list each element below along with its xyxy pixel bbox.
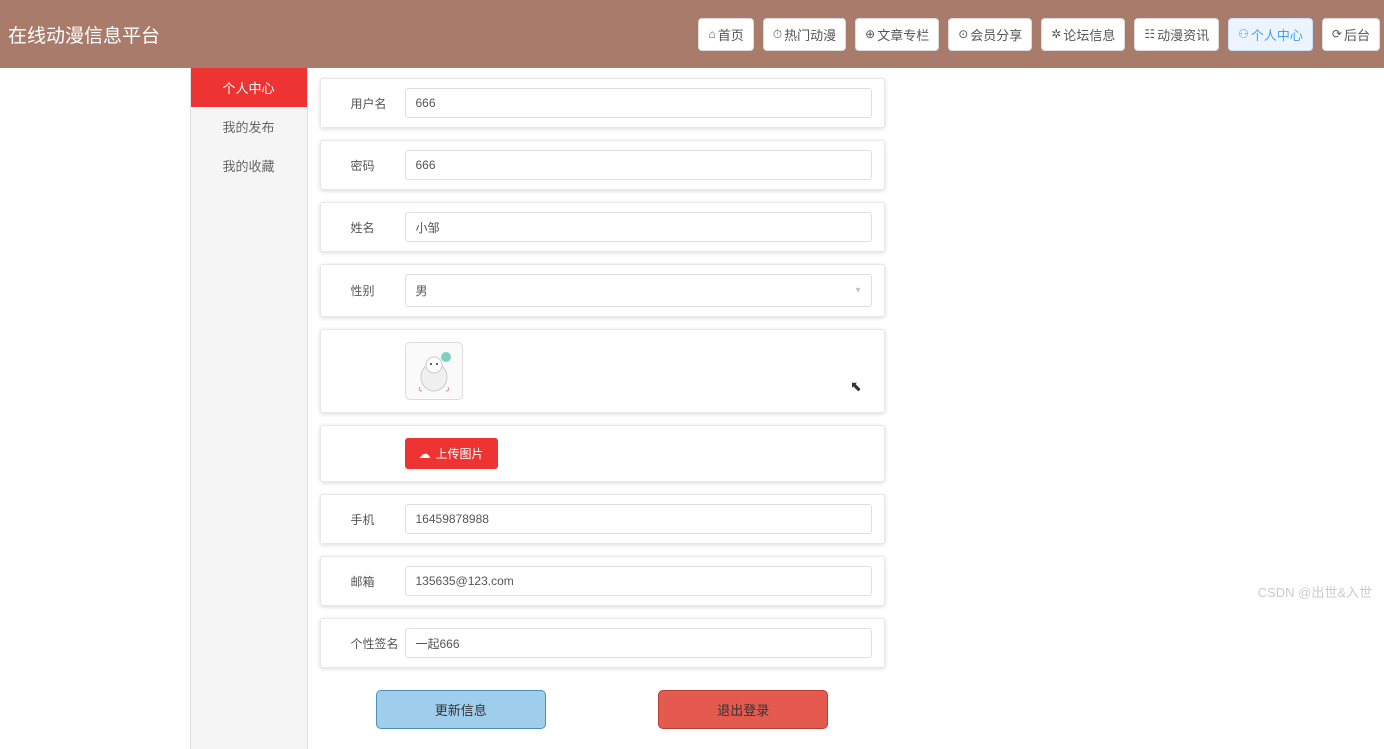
input-username[interactable] (405, 88, 872, 118)
user-icon: ⚇ (1238, 27, 1249, 41)
row-email: 邮箱 (320, 556, 885, 606)
label-gender: 性别 (333, 282, 405, 299)
circle-plus-icon: ⊕ (865, 27, 875, 41)
label-phone: 手机 (333, 511, 405, 528)
row-phone: 手机 (320, 494, 885, 544)
nav-admin[interactable]: ⟳后台 (1322, 18, 1380, 51)
nav-home[interactable]: ⌂首页 (698, 18, 753, 51)
input-signature[interactable] (405, 628, 872, 658)
label-signature: 个性签名 (333, 635, 405, 652)
target-icon: ⊙ (958, 27, 968, 41)
top-nav: ⌂首页 ⏱热门动漫 ⊕文章专栏 ⊙会员分享 ✲论坛信息 ☷动漫资讯 ⚇个人中心 … (698, 18, 1384, 51)
sidebar-item-favorites[interactable]: 我的收藏 (191, 146, 307, 185)
form-area: 用户名 密码 姓名 性别 男 ▾ (308, 68, 885, 749)
sidebar: 个人中心 我的发布 我的收藏 (190, 68, 308, 749)
grid-icon: ☷ (1144, 27, 1155, 41)
label-password: 密码 (333, 157, 405, 174)
label-name: 姓名 (333, 219, 405, 236)
button-row: 更新信息 退出登录 (320, 680, 885, 729)
label-email: 邮箱 (333, 573, 405, 590)
link-icon: ⟳ (1332, 27, 1342, 41)
header: 在线动漫信息平台 ⌂首页 ⏱热门动漫 ⊕文章专栏 ⊙会员分享 ✲论坛信息 ☷动漫… (0, 0, 1384, 68)
main: 个人中心 我的发布 我的收藏 用户名 密码 姓名 性别 (0, 68, 1384, 749)
input-email[interactable] (405, 566, 872, 596)
select-gender[interactable]: 男 ▾ (405, 274, 872, 307)
row-username: 用户名 (320, 78, 885, 128)
home-icon: ⌂ (708, 27, 715, 41)
nav-member-share[interactable]: ⊙会员分享 (948, 18, 1032, 51)
nav-news[interactable]: ☷动漫资讯 (1134, 18, 1219, 51)
star-icon: ✲ (1051, 27, 1061, 41)
row-name: 姓名 (320, 202, 885, 252)
clock-icon: ⏱ (773, 27, 782, 42)
avatar-image (410, 347, 458, 395)
nav-profile[interactable]: ⚇个人中心 (1228, 18, 1313, 51)
sidebar-item-posts[interactable]: 我的发布 (191, 107, 307, 146)
avatar (405, 342, 463, 400)
row-signature: 个性签名 (320, 618, 885, 668)
nav-articles[interactable]: ⊕文章专栏 (855, 18, 939, 51)
nav-hot-anime[interactable]: ⏱热门动漫 (763, 18, 846, 51)
input-phone[interactable] (405, 504, 872, 534)
sidebar-item-profile[interactable]: 个人中心 (191, 68, 307, 107)
input-password[interactable] (405, 150, 872, 180)
update-button[interactable]: 更新信息 (376, 690, 546, 729)
row-gender: 性别 男 ▾ (320, 264, 885, 317)
row-password: 密码 (320, 140, 885, 190)
input-name[interactable] (405, 212, 872, 242)
row-upload: ☁ 上传图片 (320, 425, 885, 482)
content-wrap: 个人中心 我的发布 我的收藏 用户名 密码 姓名 性别 (190, 68, 885, 749)
nav-forum[interactable]: ✲论坛信息 (1041, 18, 1125, 51)
upload-button[interactable]: ☁ 上传图片 (405, 438, 498, 469)
row-avatar (320, 329, 885, 413)
logout-button[interactable]: 退出登录 (658, 690, 828, 729)
site-title: 在线动漫信息平台 (8, 21, 160, 48)
cloud-upload-icon: ☁ (419, 447, 431, 461)
chevron-down-icon: ▾ (855, 285, 860, 296)
label-username: 用户名 (333, 95, 405, 112)
